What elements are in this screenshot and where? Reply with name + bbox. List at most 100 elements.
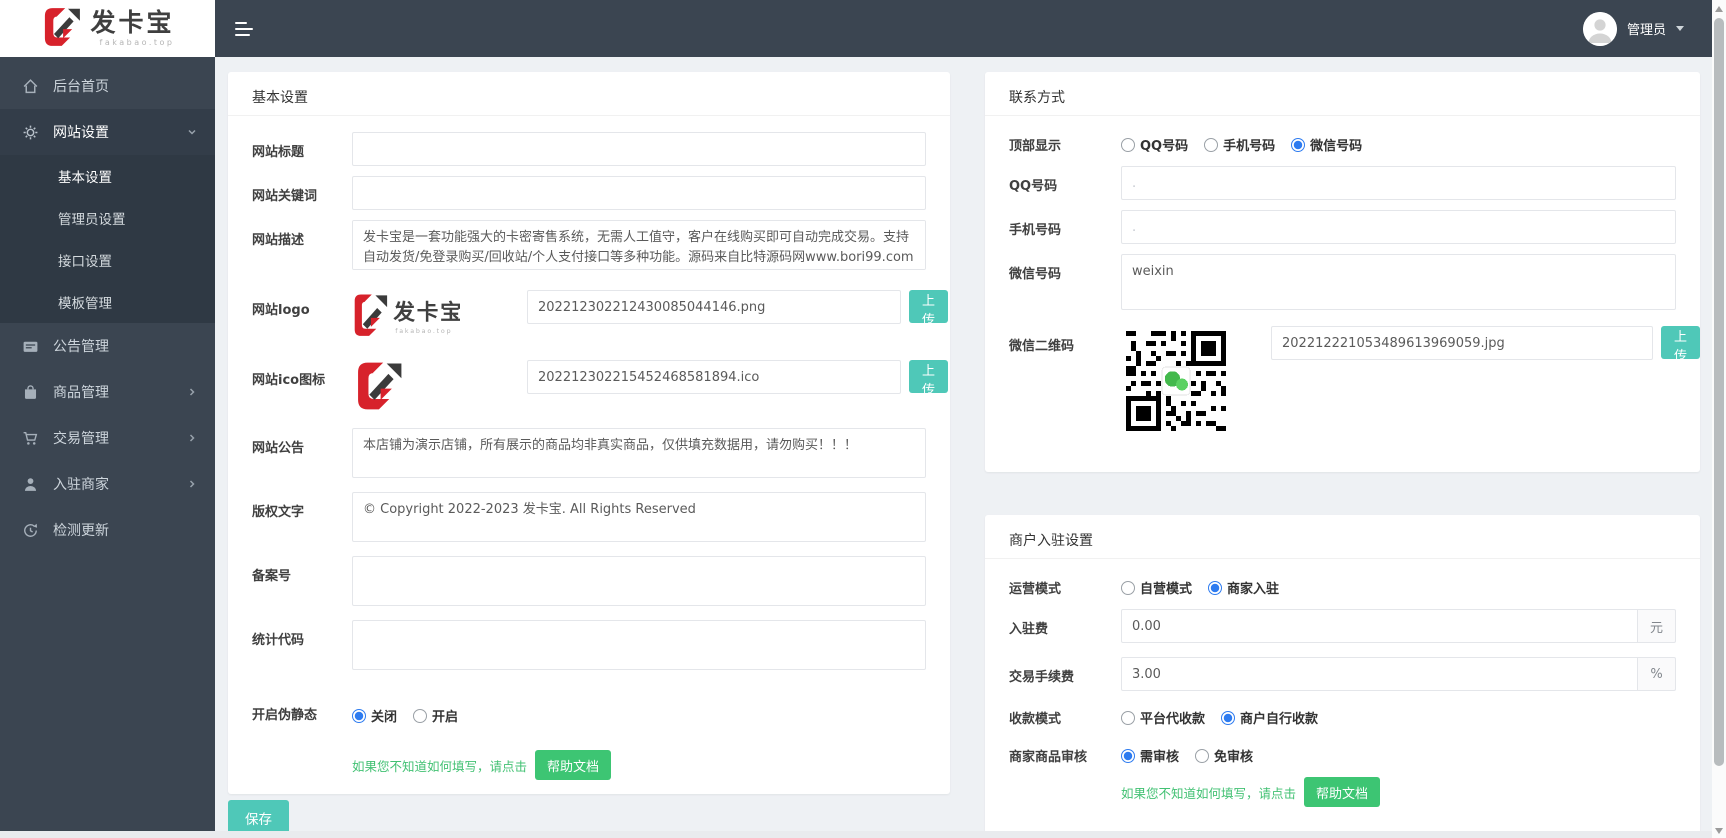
avatar	[1582, 11, 1617, 46]
home-icon	[23, 78, 38, 93]
sidebar-item-products[interactable]: 商品管理	[0, 369, 215, 415]
icp-label: 备案号	[252, 569, 292, 584]
gear-icon	[23, 125, 38, 139]
sidebar-menu: 后台首页 网站设置 基本设置 管理员设置 接口设置 模板管理 公告管理 商品管理…	[0, 57, 215, 553]
svg-text:发卡宝: 发卡宝	[392, 300, 460, 326]
radio-audit-required[interactable]	[1121, 748, 1135, 763]
qrcode-upload-button[interactable]: 上传	[1661, 326, 1701, 364]
logo-filename-input[interactable]	[527, 290, 901, 324]
user-menu[interactable]: 管理员	[1582, 11, 1684, 46]
merchant-title: 商户入驻设置	[985, 515, 1700, 559]
radio-top-phone[interactable]	[1204, 137, 1219, 152]
ico-label: 网站ico图标	[252, 373, 326, 388]
scroll-up-arrow-icon[interactable]	[1715, 6, 1723, 12]
logo-preview: 发卡宝 fakabao.top	[352, 290, 527, 348]
wechat-label: 微信号码	[1009, 267, 1062, 282]
top-header: 管理员	[215, 0, 1726, 57]
brand-logo[interactable]: 发卡宝 fakabao.top	[0, 0, 215, 57]
radio-mode-merchant[interactable]	[1208, 580, 1223, 595]
help-text: 如果您不知道如何填写，请点击	[1121, 785, 1297, 801]
commission-input[interactable]	[1121, 657, 1638, 691]
sidebar-toggle-button[interactable]	[235, 18, 255, 40]
keywords-input[interactable]	[352, 176, 926, 210]
entry-fee-label: 入驻费	[1009, 622, 1049, 637]
submenu-admin-settings[interactable]: 管理员设置	[0, 197, 215, 239]
vertical-scrollbar[interactable]	[1712, 0, 1726, 838]
ico-filename-input[interactable]	[527, 360, 901, 394]
phone-label: 手机号码	[1009, 223, 1062, 238]
site-title-input[interactable]	[352, 132, 926, 166]
copyright-textarea[interactable]: © Copyright 2022-2023 发卡宝. All Rights Re…	[352, 492, 926, 542]
help-doc-button[interactable]: 帮助文档	[1304, 777, 1381, 807]
user-icon	[24, 477, 37, 491]
contact-title: 联系方式	[985, 72, 1700, 116]
radio-top-wechat[interactable]	[1291, 137, 1306, 152]
icp-textarea[interactable]	[352, 556, 926, 606]
brand-domain: fakabao.top	[99, 38, 175, 47]
horizontal-scrollbar[interactable]	[0, 831, 1712, 838]
caret-down-icon	[1676, 26, 1684, 31]
pseudo-static-radio-group: 关闭 开启	[352, 704, 926, 725]
brand-name: 发卡宝	[90, 8, 175, 37]
chevron-right-icon	[189, 434, 195, 442]
announcement-icon	[23, 341, 38, 352]
bag-icon	[24, 384, 37, 399]
radio-mode-self[interactable]	[1121, 580, 1135, 595]
entry-fee-input[interactable]	[1121, 609, 1638, 643]
collection-radio-group: 平台代收款 商户自行收款	[1121, 705, 1676, 727]
chevron-right-icon	[189, 480, 195, 488]
brand-logo-icon	[40, 6, 82, 52]
wechat-textarea[interactable]: weixin	[1121, 254, 1676, 310]
logo-label: 网站logo	[252, 303, 310, 318]
analytics-textarea[interactable]	[352, 620, 926, 670]
phone-input[interactable]	[1121, 210, 1676, 244]
merchant-settings-card: 商户入驻设置 运营模式 自营模式 商家入驻 入驻费 元 交易手续费	[985, 515, 1700, 838]
radio-pseudo-static-on[interactable]	[413, 708, 428, 723]
sidebar-item-check-update[interactable]: 检测更新	[0, 507, 215, 553]
sidebar-item-dashboard[interactable]: 后台首页	[0, 63, 215, 109]
submenu-template-management[interactable]: 模板管理	[0, 281, 215, 323]
qq-input[interactable]	[1121, 166, 1676, 200]
qrcode-label: 微信二维码	[1009, 339, 1075, 354]
keywords-label: 网站关键词	[252, 189, 318, 204]
logo-upload-button[interactable]: 上传	[909, 290, 949, 328]
update-icon	[24, 523, 38, 537]
basic-settings-title: 基本设置	[228, 72, 950, 116]
pseudo-static-label: 开启伪静态	[252, 708, 318, 723]
submenu-api-settings[interactable]: 接口设置	[0, 239, 215, 281]
radio-collection-platform[interactable]	[1121, 710, 1135, 725]
copyright-label: 版权文字	[252, 505, 305, 520]
help-doc-button[interactable]: 帮助文档	[535, 750, 612, 780]
notice-textarea[interactable]: 本店铺为演示店铺，所有展示的商品均非真实商品，仅供填充数据用，请勿购买！！！	[352, 428, 926, 478]
description-textarea[interactable]: 发卡宝是一套功能强大的卡密寄售系统，无需人工值守，客户在线购买即可自动完成交易。…	[352, 220, 926, 270]
commission-unit: %	[1638, 657, 1676, 691]
ico-upload-button[interactable]: 上传	[909, 360, 949, 398]
commission-label: 交易手续费	[1009, 670, 1075, 685]
sidebar-item-site-settings[interactable]: 网站设置	[0, 109, 215, 155]
radio-top-qq[interactable]	[1121, 137, 1135, 152]
sidebar-item-announcements[interactable]: 公告管理	[0, 323, 215, 369]
ico-preview	[352, 360, 527, 416]
qrcode-filename-input[interactable]	[1271, 326, 1653, 360]
mode-radio-group: 自营模式 商家入驻	[1121, 575, 1676, 597]
scroll-down-arrow-icon[interactable]	[1715, 828, 1723, 834]
sidebar-item-merchants[interactable]: 入驻商家	[0, 461, 215, 507]
submenu-basic-settings[interactable]: 基本设置	[0, 155, 215, 197]
site-title-label: 网站标题	[252, 145, 305, 160]
wechat-qrcode-image	[1121, 326, 1231, 436]
collection-label: 收款模式	[1009, 712, 1062, 727]
sidebar-item-transactions[interactable]: 交易管理	[0, 415, 215, 461]
top-display-radio-group: QQ号码 手机号码 微信号码	[1121, 132, 1676, 154]
user-name: 管理员	[1626, 23, 1666, 38]
scrollbar-thumb[interactable]	[1714, 18, 1724, 766]
entry-fee-unit: 元	[1638, 609, 1676, 643]
radio-pseudo-static-off[interactable]	[352, 708, 366, 723]
sidebar: 发卡宝 fakabao.top 后台首页 网站设置 基本设置 管理员设置 接口设…	[0, 0, 215, 838]
basic-settings-card: 基本设置 网站标题 网站关键词 网站描述 发卡宝是一套功能强大的卡密寄售系统，无…	[228, 72, 950, 794]
audit-label: 商家商品审核	[1009, 750, 1088, 765]
audit-radio-group: 需审核 免审核	[1121, 743, 1676, 765]
radio-audit-free[interactable]	[1195, 748, 1210, 763]
site-settings-submenu: 基本设置 管理员设置 接口设置 模板管理	[0, 155, 215, 323]
radio-collection-self[interactable]	[1221, 710, 1236, 725]
chevron-right-icon	[189, 388, 195, 396]
